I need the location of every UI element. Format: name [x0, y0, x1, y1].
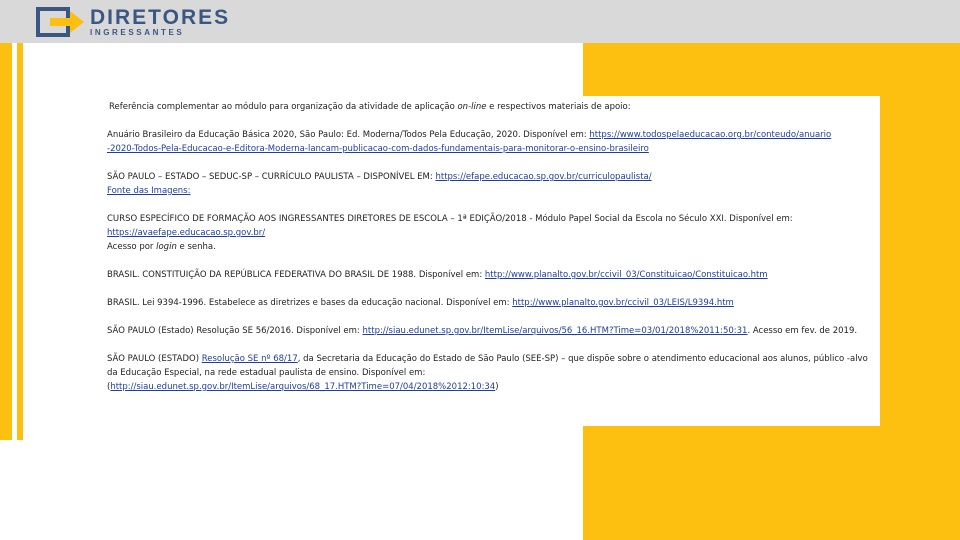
logo-arrow-icon [36, 7, 86, 37]
reference-resolucao-68: SÃO PAULO (ESTADO) Resolução SE nº 68/17… [107, 354, 868, 392]
reference-lei-9394: BRASIL. Lei 9394-1996. Estabelece as dir… [107, 298, 734, 308]
reference-curso: CURSO ESPECÍFICO DE FORMAÇÃO AOS INGRESS… [107, 214, 793, 252]
link-resolucao-56[interactable]: http://siau.edunet.sp.gov.br/ItemLise/ar… [363, 326, 748, 336]
left-accent-bar-thin [17, 43, 23, 440]
link-anuario[interactable]: https://www.todospelaeducacao.org.br/con… [589, 130, 831, 140]
link-resolucao-68[interactable]: http://siau.edunet.sp.gov.br/ItemLise/ar… [110, 382, 495, 392]
link-lei-9394[interactable]: http://www.planalto.gov.br/ccivil_03/LEI… [512, 298, 734, 308]
logo-subtitle: INGRESSANTES [90, 28, 185, 37]
intro-line: Referência complementar ao módulo para o… [109, 102, 631, 112]
reference-curriculo: SÃO PAULO – ESTADO – SEDUC-SP – CURRÍCUL… [107, 172, 652, 196]
references-text: Referência complementar ao módulo para o… [107, 100, 877, 408]
logo: DIRETORES INGRESSANTES [36, 5, 230, 39]
reference-resolucao-56: SÃO PAULO (Estado) Resolução SE 56/2016.… [107, 326, 858, 336]
link-resolucao-68-name[interactable]: Resolução SE nº 68/17 [202, 354, 298, 364]
left-accent-bar [0, 43, 12, 440]
link-anuario-cont[interactable]: -2020-Todos-Pela-Educacao-e-Editora-Mode… [107, 144, 649, 154]
fonte-imagens[interactable]: Fonte das Imagens: [107, 186, 190, 196]
header-band: DIRETORES INGRESSANTES [0, 0, 960, 43]
logo-title: DIRETORES [90, 6, 231, 29]
link-avaefape[interactable]: https://avaefape.educacao.sp.gov.br/ [107, 228, 265, 238]
reference-constituicao: BRASIL. CONSTITUIÇÃO DA REPÚBLICA FEDERA… [107, 270, 768, 280]
link-curriculo[interactable]: https://efape.educacao.sp.gov.br/curricu… [435, 172, 651, 182]
reference-anuario: Anuário Brasileiro da Educação Básica 20… [107, 130, 832, 154]
link-constituicao[interactable]: http://www.planalto.gov.br/ccivil_03/Con… [485, 270, 768, 280]
